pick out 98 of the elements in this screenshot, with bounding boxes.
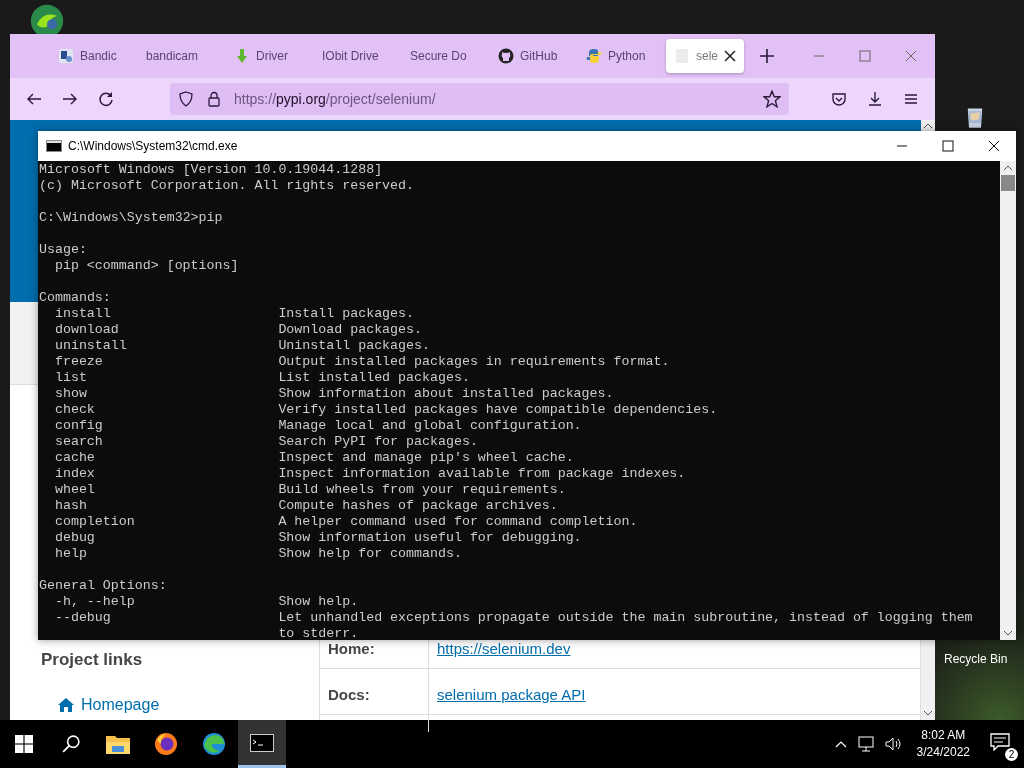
option-description: Show help.	[278, 594, 360, 610]
command-description: List installed packages.	[278, 370, 471, 386]
command-description: Verify installed packages have compatible dependencies.	[278, 402, 719, 418]
link[interactable]: https://selenium.dev	[437, 640, 571, 657]
command-name: list	[53, 370, 88, 386]
command-description: Install packages.	[278, 306, 416, 322]
swirl-icon	[202, 732, 226, 756]
console-prompt: C:\Windows\System32>pip	[39, 210, 224, 226]
command-name: cache	[53, 450, 96, 466]
console-heading: Usage:	[39, 242, 88, 258]
search-icon[interactable]	[62, 735, 80, 753]
volume-icon[interactable]	[884, 736, 903, 752]
option-name: --debug	[53, 610, 112, 627]
address-bar[interactable]: https://pypi.org/project/selenium/	[170, 83, 789, 115]
lock-icon[interactable]	[206, 91, 222, 107]
network-icon[interactable]	[856, 736, 875, 752]
taskbar-app[interactable]	[238, 720, 286, 768]
command-name: search	[53, 434, 104, 450]
time: 8:02 AM	[921, 727, 966, 744]
scroll-down-icon[interactable]	[1003, 630, 1013, 636]
browser-tab[interactable]: Driver	[226, 39, 312, 73]
command-name: hash	[53, 498, 88, 514]
command-name: wheel	[53, 482, 96, 498]
date: 3/24/2022	[916, 744, 970, 761]
star-icon[interactable]	[763, 90, 781, 108]
app-icon	[58, 48, 74, 64]
command-name: check	[53, 402, 96, 418]
command-description: Compute hashes of package archives.	[278, 498, 559, 514]
chevron-up-icon[interactable]	[834, 740, 847, 748]
command-description: Inspect and manage pip's wheel cache.	[278, 450, 575, 466]
console-line: pip <command> [options]	[53, 258, 240, 274]
command-name: uninstall	[53, 338, 128, 354]
console-heading: General Options:	[39, 578, 168, 594]
console-icon	[250, 733, 274, 752]
command-description: Download packages.	[278, 322, 423, 338]
browser-tab[interactable]: Secure Do	[402, 39, 488, 73]
notification-count: 2	[1005, 748, 1018, 761]
download-icon[interactable]	[867, 91, 883, 107]
close-tab-icon[interactable]	[724, 50, 736, 62]
command-name: config	[53, 418, 104, 434]
browser-tab[interactable]: IObit Drive	[314, 39, 400, 73]
fox-globe-icon	[154, 732, 178, 756]
scroll-thumb[interactable]	[1001, 175, 1015, 191]
command-name: index	[53, 466, 96, 482]
browser-tab[interactable]: GitHub	[490, 39, 576, 73]
cat-logo-icon	[498, 48, 514, 64]
sidebar-link[interactable]: Homepage	[41, 696, 319, 714]
command-description: Inspect information available from package indexes.	[278, 466, 687, 482]
snakes-logo-icon	[586, 48, 602, 64]
command-name: freeze	[53, 354, 104, 370]
close-icon[interactable]	[988, 140, 1000, 152]
scroll-up-icon[interactable]	[1003, 165, 1013, 171]
option-name: -h, --help	[53, 594, 136, 610]
browser-tab[interactable]: sele	[666, 39, 744, 73]
home-icon	[57, 697, 75, 713]
scrollbar[interactable]	[1000, 161, 1016, 640]
browser-tab[interactable]: bandicam	[138, 39, 224, 73]
browser-tab[interactable]: Bandic	[50, 39, 136, 73]
command-name: install	[53, 306, 112, 322]
command-name: download	[53, 322, 120, 338]
command-name: show	[53, 386, 88, 402]
scroll-down-icon[interactable]	[923, 710, 933, 716]
command-description: Manage local and global configuration.	[278, 418, 583, 434]
download-arrow-icon	[234, 48, 250, 64]
scroll-up-icon[interactable]	[923, 123, 933, 129]
command-description: Show information about installed packages.	[278, 386, 615, 402]
console-line: Microsoft Windows [Version 10.0.19044.1288]	[39, 162, 384, 178]
new-tab-icon[interactable]	[760, 49, 774, 63]
folder-icon	[106, 734, 130, 754]
command-name: help	[53, 546, 88, 562]
start-icon[interactable]	[15, 735, 33, 753]
command-description: Show help for commands.	[278, 546, 463, 562]
maximize-icon[interactable]	[942, 140, 954, 152]
console-line: (c) Microsoft Corporation. All rights reserved.	[39, 178, 416, 194]
sidebar-heading: Project links	[41, 650, 144, 670]
reload-icon[interactable]	[98, 91, 114, 107]
command-description: Build wheels from your requirements.	[278, 482, 567, 498]
link[interactable]: selenium package API	[437, 686, 586, 703]
command-description: Search PyPI for packages.	[278, 434, 479, 450]
console-heading: Commands:	[39, 290, 112, 306]
table-cell: Docs:	[320, 669, 429, 714]
window-title: C:\Windows\System32\cmd.exe	[68, 139, 239, 153]
clock[interactable]: 8:02 AM 3/24/2022	[916, 727, 970, 761]
command-description: Uninstall packages.	[278, 338, 431, 354]
notification-icon[interactable]	[990, 733, 1010, 751]
command-description: A helper command used for command completion.	[278, 514, 639, 530]
forward-arrow-icon[interactable]	[62, 91, 78, 107]
console-icon	[46, 140, 62, 152]
pocket-icon[interactable]	[831, 91, 847, 107]
command-name: completion	[53, 514, 136, 530]
command-description: Show information useful for debugging.	[278, 530, 583, 546]
shield-icon[interactable]	[178, 91, 194, 107]
menu-icon[interactable]	[903, 91, 919, 107]
command-description: Output installed packages in requirements format.	[278, 354, 671, 370]
browser-tab[interactable]: Python	[578, 39, 664, 73]
desktop-icon-label: Recycle Bin	[944, 652, 1008, 666]
back-arrow-icon[interactable]	[26, 91, 42, 107]
command-name: debug	[53, 530, 96, 546]
